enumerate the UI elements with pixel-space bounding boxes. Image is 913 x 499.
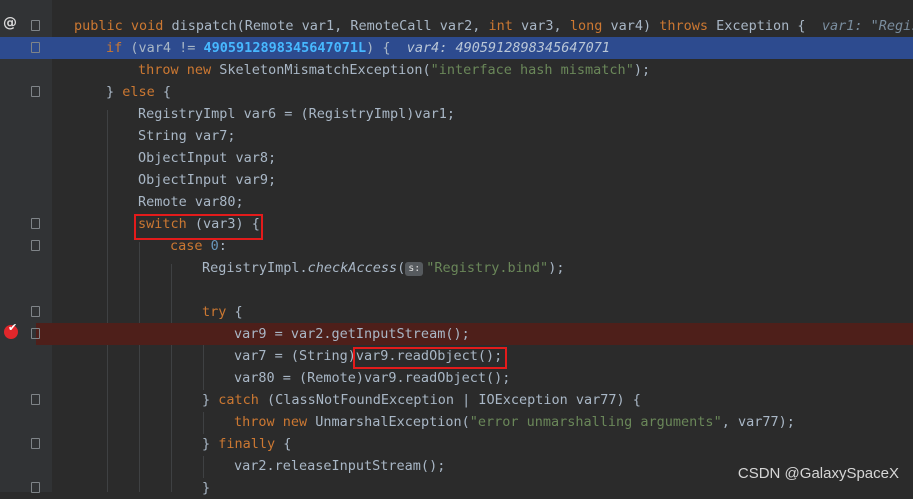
override-icon[interactable]: @ bbox=[3, 15, 17, 31]
method-call: checkAccess bbox=[307, 260, 398, 276]
keyword: int bbox=[488, 18, 522, 34]
number-literal: 0 bbox=[210, 238, 219, 254]
fold-marker-icon[interactable] bbox=[31, 438, 40, 449]
code-line[interactable]: RegistryImpl.checkAccess(s: "Registry.bin… bbox=[0, 257, 913, 279]
parameter-hint-badge: s: bbox=[405, 262, 424, 276]
inline-debug-value: var1: "Regist bbox=[821, 18, 913, 34]
keyword: else bbox=[122, 84, 163, 100]
fold-marker-icon[interactable] bbox=[31, 86, 40, 97]
code-line-method-signature[interactable]: public void dispatch(Remote var1, Remote… bbox=[0, 15, 913, 37]
code-text: RegistryImpl var6 = (RegistryImpl)var1; bbox=[138, 106, 455, 122]
code-text: ObjectInput var9; bbox=[138, 172, 277, 188]
code-line[interactable]: } else { bbox=[0, 81, 913, 103]
code-line[interactable]: Remote var80; bbox=[0, 191, 913, 213]
code-text: } bbox=[202, 480, 211, 496]
number-literal: 4905912898345647071L bbox=[203, 40, 367, 56]
code-line-execution-point[interactable]: if (var4 != 4905912898345647071L) { var4… bbox=[0, 37, 913, 59]
keyword: finally bbox=[218, 436, 284, 452]
keyword: long bbox=[569, 18, 611, 34]
code-line[interactable]: RegistryImpl var6 = (RegistryImpl)var1; bbox=[0, 103, 913, 125]
keyword: throw bbox=[138, 62, 187, 78]
code-line[interactable]: ObjectInput var8; bbox=[0, 147, 913, 169]
code-text: var4) bbox=[610, 18, 660, 34]
code-line[interactable]: } catch (ClassNotFoundException | IOExce… bbox=[0, 389, 913, 411]
string-literal: "interface hash mismatch" bbox=[430, 62, 634, 78]
keyword: catch bbox=[218, 392, 268, 408]
code-line[interactable]: try { bbox=[0, 301, 913, 323]
fold-marker-icon[interactable] bbox=[31, 328, 40, 339]
code-text: (ClassNotFoundException | IOException va… bbox=[267, 392, 641, 408]
fold-marker-icon[interactable] bbox=[31, 394, 40, 405]
code-line[interactable]: ObjectInput var9; bbox=[0, 169, 913, 191]
code-text: var3, bbox=[521, 18, 570, 34]
inline-debug-value: var4: 4905912898345647071 bbox=[406, 40, 610, 56]
string-literal: "Registry.bind" bbox=[426, 260, 549, 276]
annotation-highlight-switch bbox=[134, 214, 263, 240]
keyword: new bbox=[186, 62, 220, 78]
fold-marker-icon[interactable] bbox=[31, 240, 40, 251]
watermark: CSDN @GalaxySpaceX bbox=[737, 465, 899, 482]
fold-marker-icon[interactable] bbox=[31, 20, 40, 31]
code-text: dispatch(Remote var1, RemoteCall var2, bbox=[171, 18, 489, 34]
code-text: ) { bbox=[366, 40, 391, 56]
keyword: void bbox=[130, 18, 172, 34]
code-text: } bbox=[202, 436, 219, 452]
code-text: : bbox=[218, 238, 227, 254]
code-text: UnmarshalException( bbox=[315, 414, 470, 430]
string-literal: "error unmarshalling arguments" bbox=[469, 414, 722, 430]
fold-marker-icon[interactable] bbox=[31, 482, 40, 493]
code-line[interactable]: throw new UnmarshalException("error unma… bbox=[0, 411, 913, 433]
code-text: ( bbox=[397, 260, 406, 276]
code-text: Remote var80; bbox=[138, 194, 244, 210]
keyword: case bbox=[170, 238, 211, 254]
code-text: } bbox=[106, 84, 123, 100]
code-text: var9 = var2.getInputStream(); bbox=[234, 326, 470, 342]
code-text: , var77); bbox=[721, 414, 795, 430]
code-text: ); bbox=[548, 260, 565, 276]
code-text: Exception { bbox=[716, 18, 806, 34]
breakpoint-check-icon: ✔ bbox=[8, 321, 18, 334]
keyword: public bbox=[74, 18, 131, 34]
code-text: String var7; bbox=[138, 128, 236, 144]
fold-marker-icon[interactable] bbox=[31, 42, 40, 53]
code-text: } bbox=[202, 392, 219, 408]
code-text: ObjectInput var8; bbox=[138, 150, 277, 166]
code-line-breakpoint[interactable]: var9 = var2.getInputStream(); bbox=[36, 323, 913, 345]
code-text: { bbox=[162, 84, 172, 100]
code-line[interactable]: throw new SkeletonMismatchException("int… bbox=[0, 59, 913, 81]
keyword: new bbox=[282, 414, 316, 430]
code-text: { bbox=[283, 436, 292, 452]
code-text: var2.releaseInputStream(); bbox=[234, 458, 446, 474]
code-text: var80 = (Remote)var9.readObject(); bbox=[234, 370, 511, 386]
code-line[interactable]: String var7; bbox=[0, 125, 913, 147]
keyword: try bbox=[202, 304, 235, 320]
fold-marker-icon[interactable] bbox=[31, 306, 40, 317]
keyword: if bbox=[106, 40, 131, 56]
code-text: (var4 != bbox=[130, 40, 204, 56]
keyword: throw bbox=[234, 414, 283, 430]
code-line[interactable]: var80 = (Remote)var9.readObject(); bbox=[0, 367, 913, 389]
code-text: { bbox=[234, 304, 243, 320]
code-text: SkeletonMismatchException( bbox=[219, 62, 431, 78]
code-text: RegistryImpl. bbox=[202, 260, 308, 276]
fold-marker-icon[interactable] bbox=[31, 218, 40, 229]
code-line[interactable]: } finally { bbox=[0, 433, 913, 455]
code-text: ); bbox=[633, 62, 651, 78]
keyword: throws bbox=[659, 18, 717, 34]
annotation-highlight-readobject bbox=[353, 347, 507, 369]
